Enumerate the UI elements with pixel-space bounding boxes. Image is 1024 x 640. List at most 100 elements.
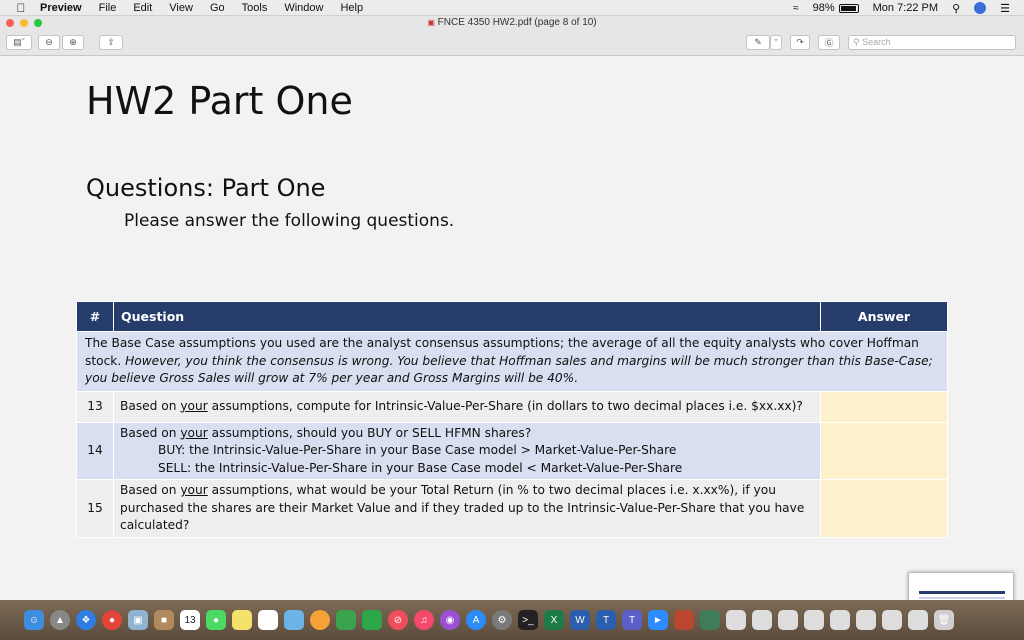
intro-cell: The Base Case assumptions you used are t… <box>76 331 948 392</box>
minimize-button[interactable] <box>20 19 28 27</box>
sidebar-toggle-button[interactable]: ▤ˇ <box>6 35 32 50</box>
markup-dropdown-button[interactable]: ˇ <box>770 35 782 50</box>
recent-file-icon[interactable] <box>726 610 746 630</box>
notes-icon[interactable]: ■ <box>154 610 174 630</box>
header-num: # <box>76 301 114 332</box>
pdf-icon: ▣ <box>427 18 435 27</box>
word-icon[interactable]: W <box>570 610 590 630</box>
chrome-icon[interactable]: ● <box>102 610 122 630</box>
recent-file-icon[interactable] <box>752 610 772 630</box>
share-button[interactable]: ⇧ <box>99 35 123 50</box>
stickies-icon[interactable] <box>232 610 252 630</box>
trash-icon[interactable]: 🗑 <box>934 610 954 630</box>
battery-icon[interactable] <box>838 3 859 13</box>
launchpad-icon[interactable]: ▲ <box>50 610 70 630</box>
apple-icon[interactable]:  <box>14 1 28 15</box>
numbers-icon[interactable] <box>362 610 382 630</box>
question-post: assumptions, compute for Intrinsic-Value… <box>207 398 803 413</box>
battery-percent[interactable]: 98% <box>813 2 835 14</box>
question-emphasis: your <box>180 425 208 440</box>
app-store-icon[interactable]: A <box>466 610 486 630</box>
question-text: Based on your assumptions, should you BU… <box>113 421 821 480</box>
zoom-in-button[interactable]: ⊕ <box>62 35 84 50</box>
header-answer: Answer <box>820 301 948 332</box>
powerpoint-icon[interactable]: T <box>596 610 616 630</box>
recent-file-icon[interactable] <box>778 610 798 630</box>
question-emphasis: your <box>180 483 208 497</box>
app-icon[interactable] <box>674 610 694 630</box>
recent-file-icon[interactable] <box>908 610 928 630</box>
markup-pen-button[interactable]: ✎ <box>746 35 770 50</box>
music-icon[interactable]: ♫ <box>414 610 434 630</box>
excel-icon[interactable]: X <box>544 610 564 630</box>
instruction-text: Please answer the following questions. <box>124 211 455 231</box>
thumbnail-line <box>919 597 1005 599</box>
title-bar: ▣ FNCE 4350 HW2.pdf (page 8 of 10) <box>0 16 1024 30</box>
question-pre: Based on <box>120 425 181 440</box>
toolbar: ▤ˇ ⊖ ⊕ ⇧ ✎ ˇ ↷ Ⓖ ⚲ Search <box>0 30 1024 56</box>
system-preferences-icon[interactable]: ⚙ <box>492 610 512 630</box>
rotate-button[interactable]: ↷ <box>790 35 810 50</box>
menu-bar:  Preview File Edit View Go Tools Window… <box>0 0 1024 16</box>
notification-center-icon[interactable]: ☰ <box>1000 2 1010 15</box>
question-text: Based on your assumptions, compute for I… <box>113 390 821 423</box>
calendar-icon[interactable]: 13 <box>180 610 200 630</box>
app-icon[interactable] <box>700 610 720 630</box>
preview-icon[interactable]: ▣ <box>128 610 148 630</box>
row-number: 14 <box>76 421 114 480</box>
window-title: FNCE 4350 HW2.pdf (page 8 of 10) <box>437 17 597 28</box>
wifi-icon[interactable]: ≈ <box>793 3 799 14</box>
menu-file[interactable]: File <box>99 2 117 14</box>
zoom-button[interactable] <box>34 19 42 27</box>
close-button[interactable] <box>6 19 14 27</box>
menu-go[interactable]: Go <box>210 2 225 14</box>
menu-edit[interactable]: Edit <box>133 2 152 14</box>
menu-tools[interactable]: Tools <box>242 2 268 14</box>
messages-icon[interactable]: ● <box>206 610 226 630</box>
reminders-icon[interactable] <box>258 610 278 630</box>
siri-icon[interactable] <box>974 2 987 14</box>
zoom-icon[interactable]: ► <box>648 610 668 630</box>
podcasts-icon[interactable]: ◉ <box>440 610 460 630</box>
question-post: assumptions, should you BUY or SELL HFMN… <box>207 425 532 440</box>
preview-window: ▣ FNCE 4350 HW2.pdf (page 8 of 10) ▤ˇ ⊖ … <box>0 16 1024 640</box>
buy-rule: BUY: the Intrinsic-Value-Per-Share in yo… <box>158 443 677 457</box>
answer-cell[interactable] <box>820 421 948 480</box>
question-pre: Based on <box>120 398 181 413</box>
search-input[interactable]: ⚲ Search <box>848 35 1016 50</box>
menu-window[interactable]: Window <box>284 2 323 14</box>
recent-file-icon[interactable] <box>830 610 850 630</box>
spotlight-icon[interactable]: ⚲ <box>952 2 960 15</box>
recent-file-icon[interactable] <box>856 610 876 630</box>
recent-file-icon[interactable] <box>804 610 824 630</box>
menu-app-name[interactable]: Preview <box>40 2 82 14</box>
answer-cell[interactable] <box>820 479 948 538</box>
search-icon: ⚲ <box>853 37 863 47</box>
menu-help[interactable]: Help <box>340 2 363 14</box>
recent-file-icon[interactable] <box>882 610 902 630</box>
sell-rule: SELL: the Intrinsic-Value-Per-Share in y… <box>158 460 683 475</box>
markup-toolbar-button[interactable]: Ⓖ <box>818 35 840 50</box>
zoom-out-button[interactable]: ⊖ <box>38 35 60 50</box>
table-row: 15 Based on your assumptions, what would… <box>76 479 948 538</box>
question-post: assumptions, what would be your Total Re… <box>120 483 805 532</box>
safari-icon[interactable]: ❖ <box>76 610 96 630</box>
question-emphasis: your <box>180 398 208 413</box>
menu-view[interactable]: View <box>169 2 193 14</box>
pdf-page: HW2 Part One Questions: Part One Please … <box>0 56 1024 640</box>
question-text: Based on your assumptions, what would be… <box>113 479 821 538</box>
clock[interactable]: Mon 7:22 PM <box>873 2 938 14</box>
photos-icon[interactable] <box>310 610 330 630</box>
news-icon[interactable]: ⊘ <box>388 610 408 630</box>
finder-icon[interactable]: ☺ <box>24 610 44 630</box>
terminal-icon[interactable]: >_ <box>518 610 538 630</box>
teams-icon[interactable]: T <box>622 610 642 630</box>
table-intro-row: The Base Case assumptions you used are t… <box>76 331 948 392</box>
row-number: 15 <box>76 479 114 538</box>
answer-cell[interactable] <box>820 390 948 423</box>
table-row: 14 Based on your assumptions, should you… <box>76 421 948 480</box>
search-placeholder: Search <box>862 37 891 47</box>
maps-icon[interactable] <box>284 610 304 630</box>
facetime-icon[interactable] <box>336 610 356 630</box>
question-pre: Based on <box>120 483 181 497</box>
